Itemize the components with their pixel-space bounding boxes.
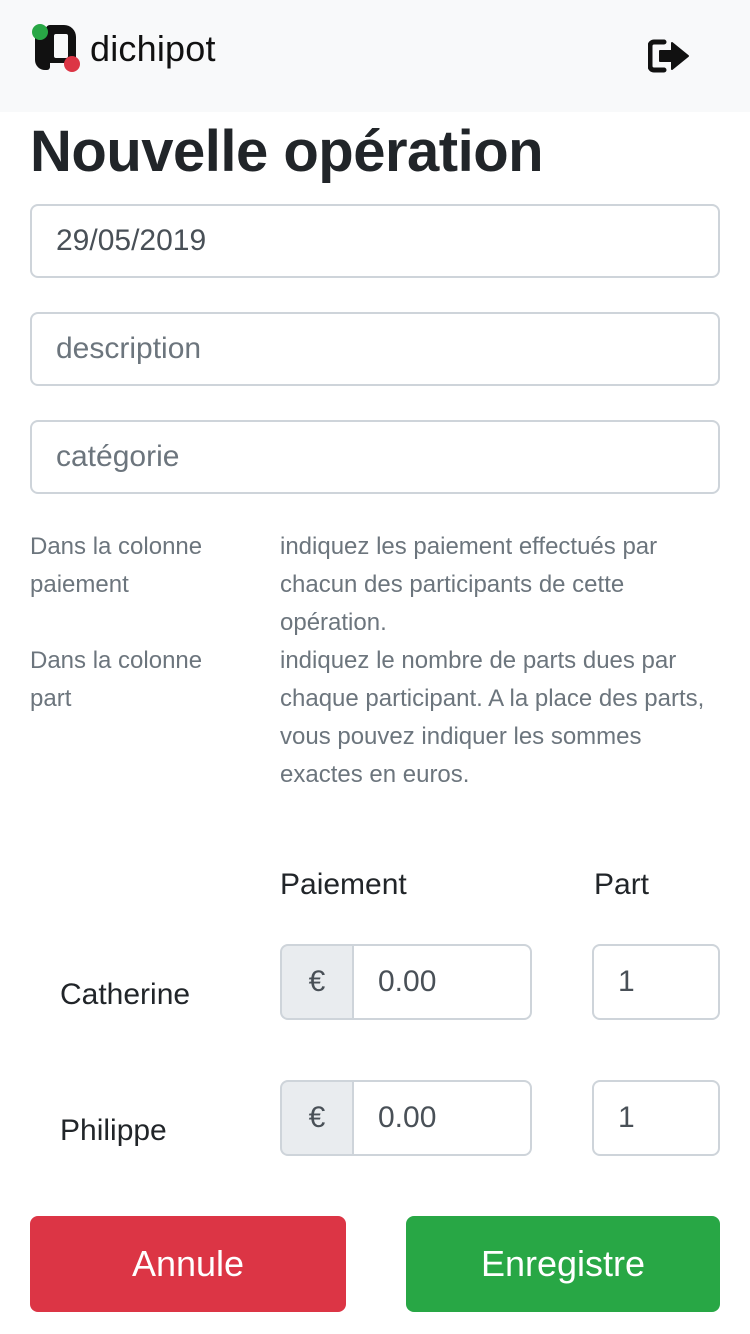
page-title: Nouvelle opération bbox=[30, 119, 544, 184]
participant-name: Philippe bbox=[60, 1114, 167, 1147]
brand[interactable]: dichipot bbox=[32, 24, 216, 74]
brand-name: dichipot bbox=[90, 28, 216, 69]
save-button[interactable]: Enregistre bbox=[406, 1216, 720, 1312]
description-input[interactable] bbox=[30, 312, 720, 386]
euro-icon: € bbox=[280, 944, 352, 1020]
cancel-button[interactable]: Annule bbox=[30, 1216, 346, 1312]
payment-input-group: € bbox=[280, 1080, 532, 1156]
sign-out-icon[interactable] bbox=[647, 38, 692, 74]
euro-icon: € bbox=[280, 1080, 352, 1156]
payment-column-header: Paiement bbox=[280, 868, 407, 901]
part-input[interactable] bbox=[592, 1080, 720, 1156]
payment-input-group: € bbox=[280, 944, 532, 1020]
dichipot-logo-icon bbox=[32, 24, 82, 74]
category-input[interactable] bbox=[30, 420, 720, 494]
date-input[interactable] bbox=[30, 204, 720, 278]
navbar: dichipot bbox=[0, 0, 750, 112]
help-label-payment: Dans la colonne paiement bbox=[30, 533, 203, 598]
part-column-header: Part bbox=[594, 868, 650, 901]
part-input[interactable] bbox=[592, 944, 720, 1020]
help-text-part: indiquez le nombre de parts dues par cha… bbox=[280, 647, 705, 788]
help-text-payment: indiquez les paiement effectués par chac… bbox=[280, 533, 658, 636]
payment-input[interactable] bbox=[352, 944, 532, 1020]
help-label-part: Dans la colonne part bbox=[30, 647, 203, 712]
payment-input[interactable] bbox=[352, 1080, 532, 1156]
participant-name: Catherine bbox=[60, 978, 191, 1011]
